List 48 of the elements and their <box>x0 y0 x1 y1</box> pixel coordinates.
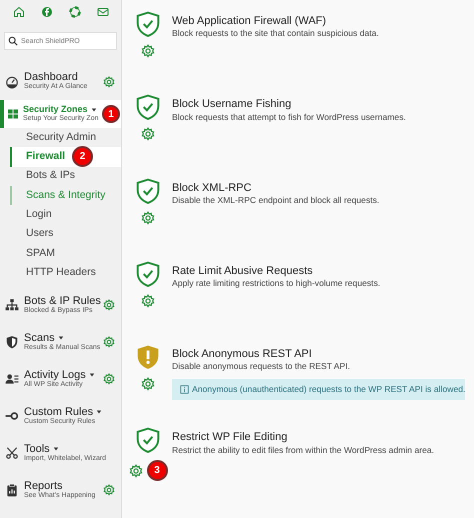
submenu-item[interactable]: SPAM <box>10 244 121 264</box>
feature-title: Rate Limit Abusive Requests <box>172 264 314 278</box>
submenu-item[interactable]: Login <box>10 205 121 224</box>
feature-title: Block Username Fishing <box>172 97 292 112</box>
submenu-item[interactable]: Bots & IPs <box>10 166 121 186</box>
settings-icon[interactable] <box>141 294 155 308</box>
settings-icon[interactable] <box>141 127 155 142</box>
settings-icon[interactable] <box>141 44 155 58</box>
people-list-icon <box>5 372 19 386</box>
settings-icon[interactable] <box>128 464 142 478</box>
feature-description: Disable anonymous requests to the REST API. <box>172 361 352 372</box>
search-icon <box>8 36 18 46</box>
envelope-icon[interactable] <box>96 6 108 18</box>
settings-icon[interactable] <box>141 210 155 225</box>
network-icon <box>5 298 19 312</box>
submenu-item[interactable]: Scans & Integrity <box>10 186 121 206</box>
feature-description: Block requests to the site that contain suspicious data. <box>172 28 379 39</box>
shield-icon <box>5 334 19 349</box>
scissors-icon <box>5 446 19 460</box>
feature-title: Web Application Firewall (WAF) <box>172 14 328 28</box>
home-icon[interactable] <box>12 6 24 18</box>
feature-description: Block requests that attempt to fish for WordPress usernames. <box>172 112 406 122</box>
feature-title: Block XML-RPC <box>172 180 252 195</box>
settings-icon[interactable] <box>103 76 115 88</box>
submenu-item[interactable]: Users <box>10 224 121 244</box>
feature-title: Restrict WP File Editing <box>172 430 288 445</box>
number-badge: 3 <box>146 460 168 482</box>
social-icon[interactable] <box>40 6 52 18</box>
submenu-item[interactable]: Security Admin <box>10 128 121 148</box>
feature-description: Restrict the ability to edit files from within the WordPress admin area. <box>172 444 434 456</box>
settings-icon[interactable] <box>103 336 115 348</box>
feature-title: Block Anonymous REST API <box>172 347 313 362</box>
settings-icon[interactable] <box>141 377 155 392</box>
lifebuoy-icon[interactable] <box>68 6 80 18</box>
feature-description: Disable the XML-RPC endpoint and block all requests. <box>172 194 380 206</box>
grid-icon <box>7 108 19 120</box>
number-badge: 1 <box>102 105 120 123</box>
gauge-icon <box>5 74 19 88</box>
clipboard-icon <box>5 482 19 497</box>
notice-text: Anonymous (unauthenticated) requests to the WP REST API is allowed. <box>192 382 466 396</box>
submenu-item[interactable]: HTTP Headers <box>10 263 121 282</box>
settings-icon[interactable] <box>103 372 115 385</box>
info-icon <box>180 384 189 394</box>
settings-icon[interactable] <box>103 298 115 311</box>
feature-description: Apply rate limiting restrictions to high-volume requests. <box>172 278 380 288</box>
settings-icon[interactable] <box>103 484 115 496</box>
number-badge: 2 <box>72 146 93 168</box>
submenu-item[interactable]: Firewall 2 <box>10 147 121 167</box>
